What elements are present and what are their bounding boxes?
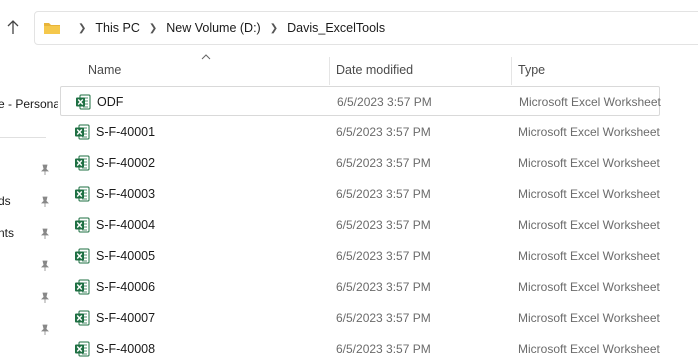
pin-icon[interactable] [39,228,51,240]
file-type: Microsoft Excel Worksheet [518,125,660,139]
file-row[interactable]: S-F-40008 6/5/2023 3:57 PM Microsoft Excel… [60,334,660,357]
column-divider[interactable] [511,57,512,85]
file-type: Microsoft Excel Worksheet [518,218,660,232]
file-type: Microsoft Excel Worksheet [518,187,660,201]
excel-file-icon [74,279,90,295]
pin-icon[interactable] [39,260,51,272]
excel-file-icon [74,217,90,233]
chevron-right-icon[interactable]: ❯ [149,23,157,34]
file-name[interactable]: S-F-40003 [96,179,155,209]
column-header-row: Name Date modified Type [60,54,698,85]
excel-file-icon [74,155,90,171]
column-divider[interactable] [329,57,330,85]
file-name[interactable]: S-F-40006 [96,272,155,302]
file-date-modified: 6/5/2023 3:57 PM [336,187,431,201]
file-row[interactable]: S-F-40006 6/5/2023 3:57 PM Microsoft Excel… [60,272,660,302]
folder-icon [44,23,60,34]
file-date-modified: 6/5/2023 3:57 PM [336,311,431,325]
file-date-modified: 6/5/2023 3:57 PM [337,95,432,109]
excel-file-icon [74,186,90,202]
file-row[interactable]: S-F-40001 6/5/2023 3:57 PM Microsoft Excel… [60,117,660,147]
file-row[interactable]: S-F-40003 6/5/2023 3:57 PM Microsoft Excel… [60,179,660,209]
file-type: Microsoft Excel Worksheet [518,280,660,294]
sidebar-item-downloads[interactable]: ds [0,194,11,208]
address-bar-row: ❯ This PC ❯ New Volume (D:) ❯ Davis_Exce… [0,0,698,52]
file-type: Microsoft Excel Worksheet [519,95,661,109]
excel-file-icon [74,310,90,326]
file-type: Microsoft Excel Worksheet [518,311,660,325]
column-header-date-modified[interactable]: Date modified [336,55,506,85]
file-type: Microsoft Excel Worksheet [518,342,660,356]
file-name[interactable]: S-F-40008 [96,334,155,357]
file-row[interactable]: S-F-40004 6/5/2023 3:57 PM Microsoft Excel… [60,210,660,240]
file-name[interactable]: S-F-40001 [96,117,155,147]
up-button[interactable] [2,16,24,38]
arrow-up-icon [7,20,19,34]
file-type: Microsoft Excel Worksheet [518,156,660,170]
file-date-modified: 6/5/2023 3:57 PM [336,280,431,294]
navigation-pane: e - Persona ds nts [0,52,58,357]
excel-file-icon [74,124,90,140]
file-row[interactable]: S-F-40002 6/5/2023 3:57 PM Microsoft Excel… [60,148,660,178]
file-row[interactable]: S-F-40007 6/5/2023 3:57 PM Microsoft Excel… [60,303,660,333]
column-header-name[interactable]: Name [88,55,328,85]
file-row[interactable]: S-F-40005 6/5/2023 3:57 PM Microsoft Excel… [60,241,660,271]
file-name[interactable]: S-F-40007 [96,303,155,333]
column-header-type[interactable]: Type [518,55,688,85]
sidebar-divider [0,137,46,138]
file-name[interactable]: S-F-40002 [96,148,155,178]
file-date-modified: 6/5/2023 3:57 PM [336,249,431,263]
pin-icon[interactable] [39,196,51,208]
file-name[interactable]: S-F-40005 [96,241,155,271]
file-type: Microsoft Excel Worksheet [518,249,660,263]
file-name[interactable]: S-F-40004 [96,210,155,240]
sidebar-item-onedrive[interactable]: e - Persona [0,97,58,111]
chevron-right-icon[interactable]: ❯ [270,23,278,34]
file-date-modified: 6/5/2023 3:57 PM [336,218,431,232]
pin-icon[interactable] [39,164,51,176]
breadcrumb-new-volume[interactable]: New Volume (D:) [166,21,260,35]
address-box[interactable]: ❯ This PC ❯ New Volume (D:) ❯ Davis_Exce… [34,11,698,45]
pin-icon[interactable] [39,292,51,304]
file-date-modified: 6/5/2023 3:57 PM [336,342,431,356]
excel-file-icon [74,341,90,357]
chevron-right-icon[interactable]: ❯ [78,23,86,34]
pin-icon[interactable] [39,324,51,336]
excel-file-icon [75,94,91,110]
file-date-modified: 6/5/2023 3:57 PM [336,156,431,170]
breadcrumb-current-folder[interactable]: Davis_ExcelTools [287,21,385,35]
sidebar-item-documents[interactable]: nts [0,226,14,240]
file-name[interactable]: ODF [97,87,123,117]
file-row[interactable]: ODF 6/5/2023 3:57 PM Microsoft Excel Works… [60,86,661,117]
excel-file-icon [74,248,90,264]
breadcrumb-this-pc[interactable]: This PC [95,21,139,35]
file-date-modified: 6/5/2023 3:57 PM [336,125,431,139]
